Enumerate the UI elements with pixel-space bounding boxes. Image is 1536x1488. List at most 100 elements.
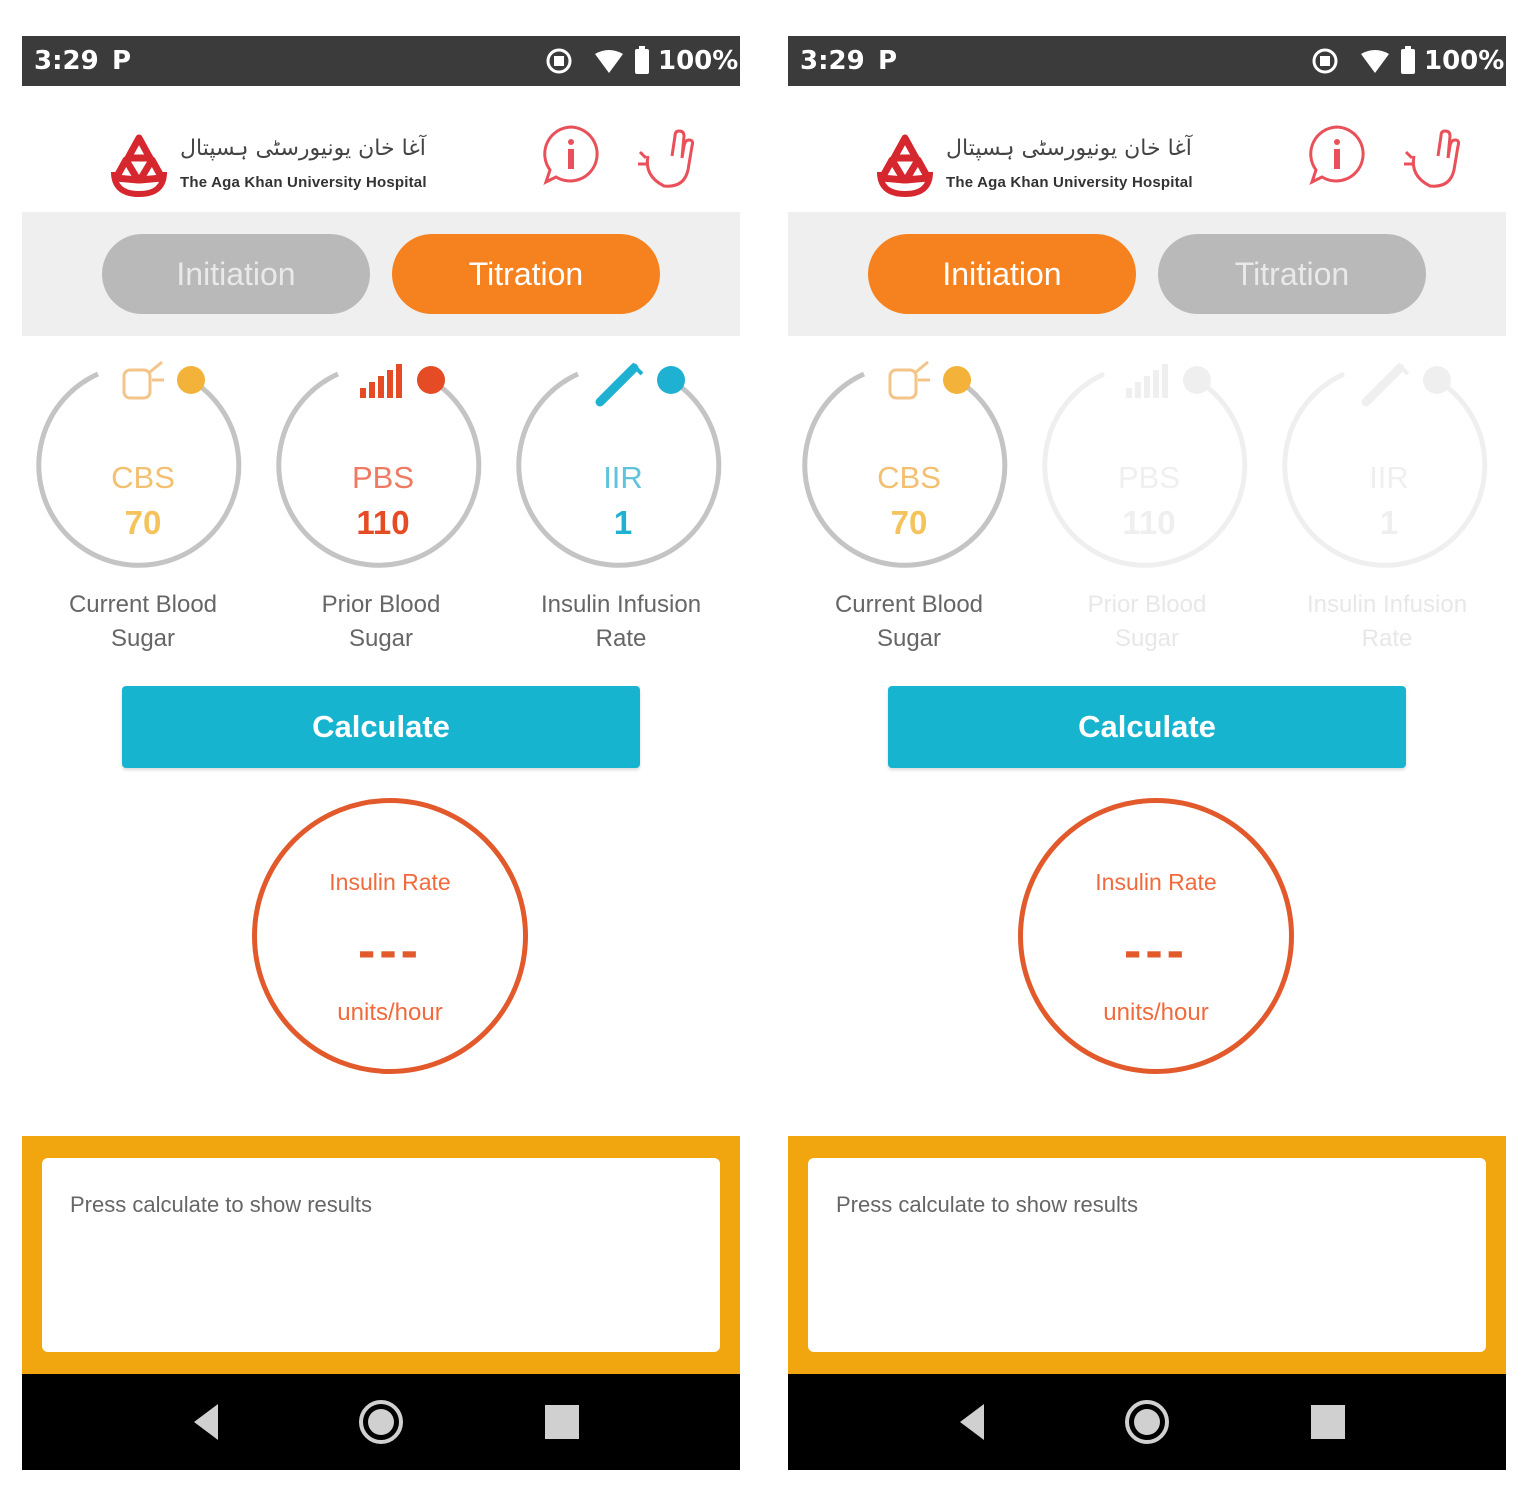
cbs-label: Current Blood Sugar: [794, 588, 1024, 656]
cbs-gauge[interactable]: CBS 70: [802, 358, 1016, 570]
mode-tab-bar: Initiation Titration: [788, 212, 1506, 336]
cbs-indicator-dot: [943, 366, 971, 394]
android-nav-bar: [788, 1374, 1506, 1470]
phone-screen-initiation: 3:29 P 100% آغا خان يونيورسٹی ہسپتال The…: [788, 36, 1506, 1470]
glucometer-icon: [122, 360, 164, 400]
recents-icon[interactable]: [1302, 1396, 1354, 1448]
rotation-lock-icon: [546, 48, 572, 74]
home-icon[interactable]: [355, 1396, 407, 1448]
recents-icon[interactable]: [536, 1396, 588, 1448]
pbs-gauge: PBS 110: [1042, 358, 1256, 570]
iir-label-line1: Insulin Infusion: [540, 591, 702, 618]
pbs-abbr: PBS: [1117, 460, 1181, 495]
insulin-rate-display: Insulin Rate --- units/hour: [1018, 798, 1294, 1074]
logo-text: The Aga Khan University Hospital: [946, 174, 1193, 191]
cbs-value: 70: [124, 504, 162, 541]
battery-icon: [1401, 46, 1415, 74]
tab-titration[interactable]: Titration: [1158, 234, 1426, 314]
iir-gauge: IIR 1: [1282, 358, 1496, 570]
status-bar: 3:29 P 100%: [22, 36, 740, 86]
status-bar: 3:29 P 100%: [788, 36, 1506, 86]
syringe-icon: [595, 362, 644, 407]
logo-arabic-text: آغا خان يونيورسٹی ہسپتال: [946, 136, 1192, 161]
back-icon[interactable]: [182, 1396, 234, 1448]
cbs-label: Current Blood Sugar: [28, 588, 258, 656]
logo-text: The Aga Khan University Hospital: [180, 174, 427, 191]
rate-unit: units/hour: [1103, 999, 1209, 1026]
hand-icon[interactable]: [1400, 126, 1470, 192]
logo-arabic-text: آغا خان يونيورسٹی ہسپتال: [180, 136, 426, 161]
iir-value: 1: [1379, 504, 1399, 541]
battery-percent: 100%: [1424, 46, 1505, 76]
cbs-label-line2: Sugar: [876, 625, 942, 652]
result-text: Press calculate to show results: [42, 1158, 720, 1352]
cbs-abbr: CBS: [111, 460, 175, 495]
tab-initiation[interactable]: Initiation: [868, 234, 1136, 314]
pbs-label-line1: Prior Blood: [321, 591, 441, 618]
result-text: Press calculate to show results: [808, 1158, 1486, 1352]
cbs-label-line1: Current Blood: [68, 591, 218, 618]
info-icon[interactable]: [1304, 122, 1370, 188]
result-panel: Press calculate to show results: [788, 1136, 1506, 1374]
battery-icon: [635, 46, 649, 74]
iir-indicator-dot: [657, 366, 685, 394]
home-icon[interactable]: [1121, 1396, 1173, 1448]
pbs-label: Prior Blood Sugar: [266, 588, 496, 656]
cbs-value: 70: [890, 504, 928, 541]
iir-label-line2: Rate: [595, 625, 647, 652]
info-icon[interactable]: [538, 122, 604, 188]
hand-icon[interactable]: [634, 126, 704, 192]
pbs-label: Prior Blood Sugar: [1032, 588, 1262, 656]
pbs-label-line2: Sugar: [1114, 625, 1180, 652]
status-time: 3:29: [800, 46, 865, 76]
calculate-button[interactable]: Calculate: [122, 686, 640, 768]
syringe-icon: [1361, 362, 1410, 407]
mode-tab-bar: Initiation Titration: [22, 212, 740, 336]
battery-percent: 100%: [658, 46, 739, 76]
cbs-gauge[interactable]: CBS 70: [36, 358, 250, 570]
bar-chart-icon: [360, 364, 402, 398]
pbs-abbr: PBS: [351, 460, 415, 495]
pbs-label-line1: Prior Blood: [1087, 591, 1207, 618]
pbs-value: 110: [356, 504, 410, 541]
rate-title: Insulin Rate: [329, 869, 451, 895]
result-panel: Press calculate to show results: [22, 1136, 740, 1374]
rate-value: ---: [1124, 922, 1188, 980]
calculate-button[interactable]: Calculate: [888, 686, 1406, 768]
cbs-abbr: CBS: [877, 460, 941, 495]
aku-logo-icon: [111, 134, 167, 198]
tab-titration[interactable]: Titration: [392, 234, 660, 314]
rotation-lock-icon: [1312, 48, 1338, 74]
bar-chart-icon: [1126, 364, 1168, 398]
glucometer-icon: [888, 360, 930, 400]
back-icon[interactable]: [948, 1396, 1000, 1448]
cbs-label-line1: Current Blood: [834, 591, 984, 618]
insulin-rate-display: Insulin Rate --- units/hour: [252, 798, 528, 1074]
iir-label-line1: Insulin Infusion: [1306, 591, 1468, 618]
notification-p-icon: P: [878, 46, 898, 76]
pbs-indicator-dot: [1183, 366, 1211, 394]
tab-initiation[interactable]: Initiation: [102, 234, 370, 314]
rate-unit: units/hour: [337, 999, 443, 1026]
android-nav-bar: [22, 1374, 740, 1470]
rate-value: ---: [358, 922, 422, 980]
notification-p-icon: P: [112, 46, 132, 76]
wifi-icon: [1361, 50, 1389, 73]
iir-label: Insulin Infusion Rate: [1272, 588, 1502, 656]
phone-screen-titration: 3:29 P 100% آغا خان يونيورسٹی ہسپتال The…: [22, 36, 740, 1470]
status-time: 3:29: [34, 46, 99, 76]
iir-abbr: IIR: [1369, 460, 1409, 495]
iir-label-line2: Rate: [1361, 625, 1413, 652]
iir-label: Insulin Infusion Rate: [506, 588, 736, 656]
pbs-gauge[interactable]: PBS 110: [276, 358, 490, 570]
iir-value: 1: [613, 504, 633, 541]
cbs-label-line2: Sugar: [110, 625, 176, 652]
wifi-icon: [595, 50, 623, 73]
iir-abbr: IIR: [603, 460, 643, 495]
pbs-indicator-dot: [417, 366, 445, 394]
cbs-indicator-dot: [177, 366, 205, 394]
iir-indicator-dot: [1423, 366, 1451, 394]
pbs-label-line2: Sugar: [348, 625, 414, 652]
iir-gauge[interactable]: IIR 1: [516, 358, 730, 570]
rate-title: Insulin Rate: [1095, 869, 1217, 895]
